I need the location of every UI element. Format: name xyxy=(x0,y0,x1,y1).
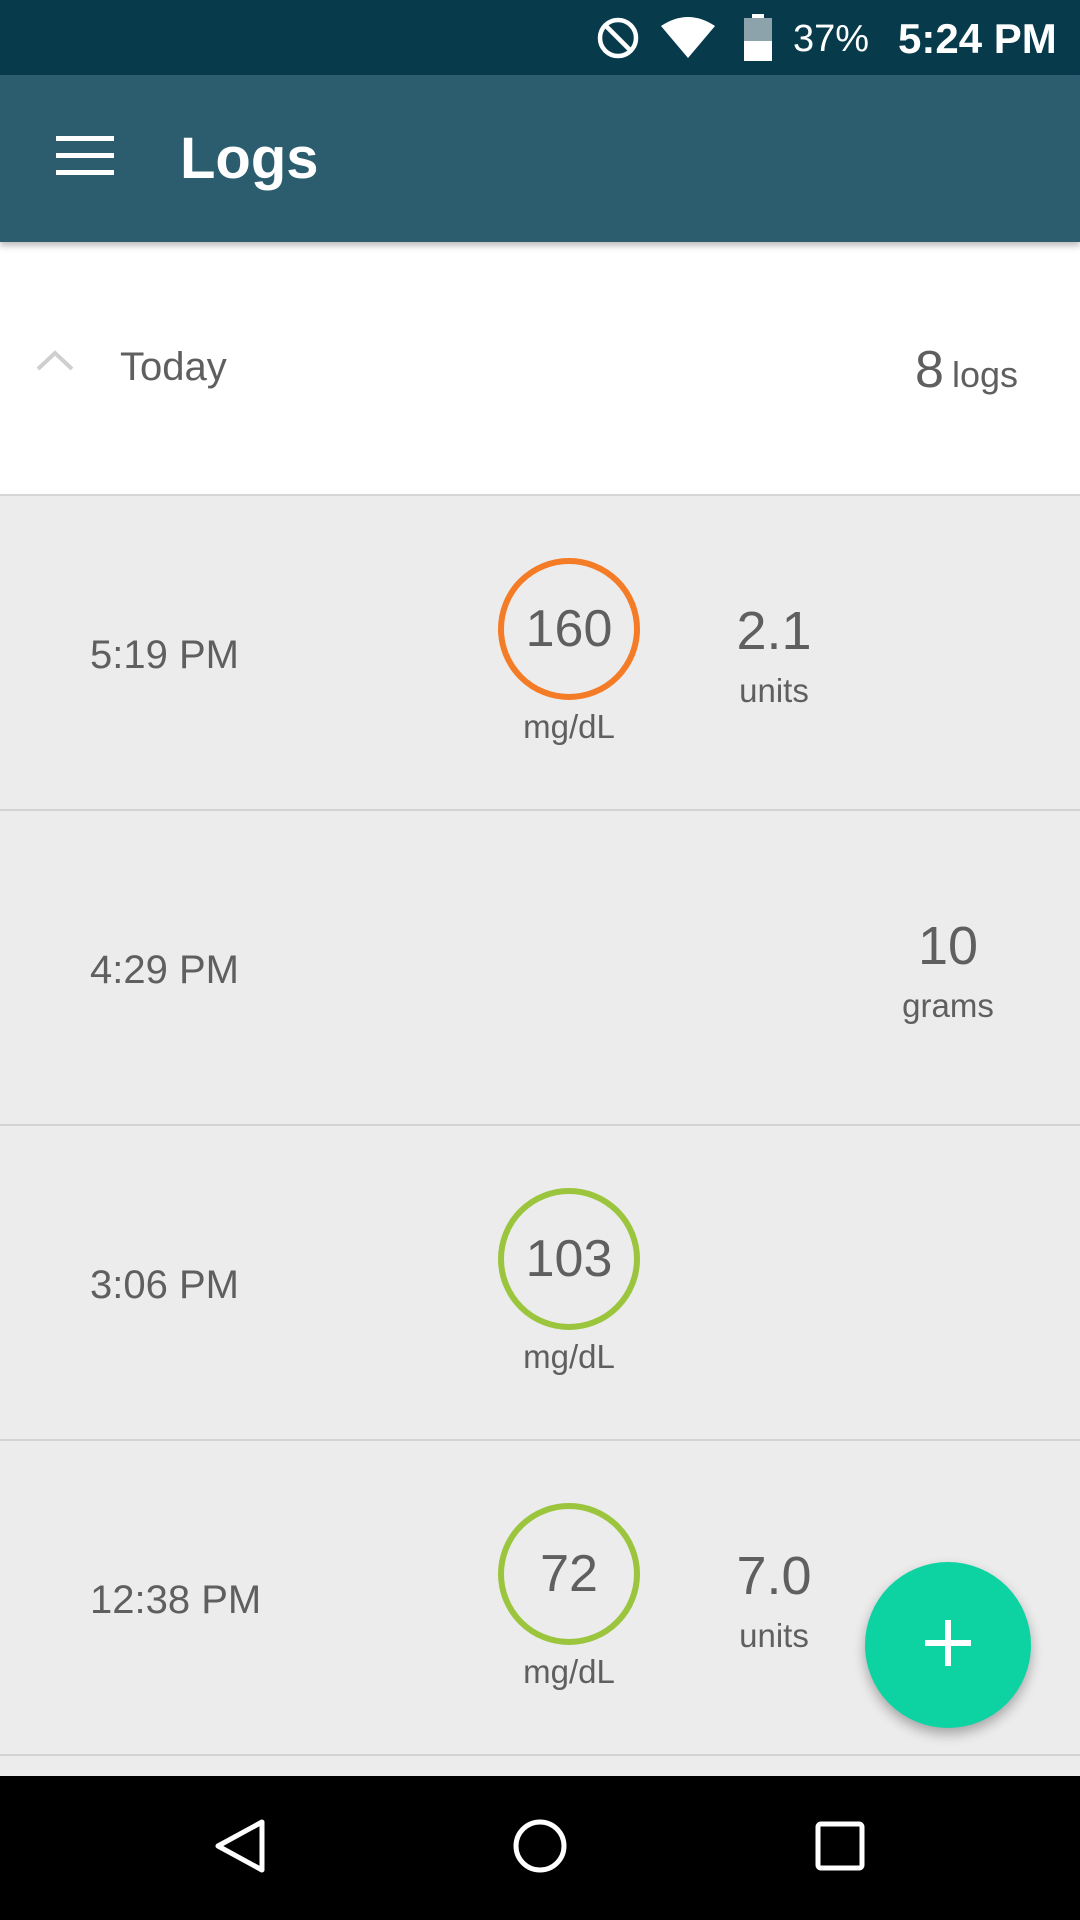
menu-button[interactable] xyxy=(40,113,130,203)
wifi-icon xyxy=(656,0,720,75)
hamburger-menu-icon xyxy=(56,134,114,183)
glucose-value: 72 xyxy=(540,1545,598,1603)
home-button[interactable] xyxy=(490,1798,590,1898)
glucose-circle: 103 xyxy=(498,1188,640,1330)
app-bar: Logs xyxy=(0,75,1080,242)
carbs-value: 10 xyxy=(917,916,979,976)
chevron-up-icon[interactable] xyxy=(30,335,80,385)
status-bar: 37% 5:24 PM xyxy=(0,0,1080,75)
log-count-number: 8 xyxy=(915,341,944,399)
page-title: Logs xyxy=(180,126,319,191)
glucose-unit: mg/dL xyxy=(523,1338,615,1375)
log-time: 12:38 PM xyxy=(90,1578,262,1622)
navigation-bar xyxy=(0,1776,1080,1920)
log-count: 8 logs xyxy=(915,340,1018,400)
glucose-circle: 72 xyxy=(498,1503,640,1645)
home-icon xyxy=(510,1816,570,1881)
back-icon xyxy=(210,1816,270,1881)
log-time: 4:29 PM xyxy=(90,948,239,992)
day-label: Today xyxy=(120,345,227,389)
glucose-unit: mg/dL xyxy=(523,1653,615,1690)
glucose-unit: mg/dL xyxy=(523,708,615,745)
add-log-button[interactable] xyxy=(865,1562,1031,1728)
log-time: 5:19 PM xyxy=(90,633,239,677)
insulin-unit: units xyxy=(739,1617,809,1654)
carbs-unit: grams xyxy=(902,987,994,1024)
logs-screen: 37% 5:24 PM Logs Today 8 logs 5:19 PM 160 xyxy=(0,0,1080,1920)
battery-percent: 37% xyxy=(793,18,870,60)
recents-icon xyxy=(810,1816,870,1881)
recents-button[interactable] xyxy=(790,1798,890,1898)
battery-icon xyxy=(738,0,778,75)
glucose-value: 160 xyxy=(525,600,613,658)
back-button[interactable] xyxy=(190,1798,290,1898)
plus-icon xyxy=(923,1618,973,1673)
do-not-disturb-icon xyxy=(590,0,646,75)
insulin-value: 7.0 xyxy=(736,1546,812,1606)
glucose-circle: 160 xyxy=(498,558,640,700)
log-count-unit: logs xyxy=(951,354,1018,395)
glucose-value: 103 xyxy=(525,1230,613,1288)
insulin-unit: units xyxy=(739,672,809,709)
insulin-value: 2.1 xyxy=(736,601,812,661)
log-time: 3:06 PM xyxy=(90,1263,239,1307)
status-time: 5:24 PM xyxy=(898,15,1057,62)
